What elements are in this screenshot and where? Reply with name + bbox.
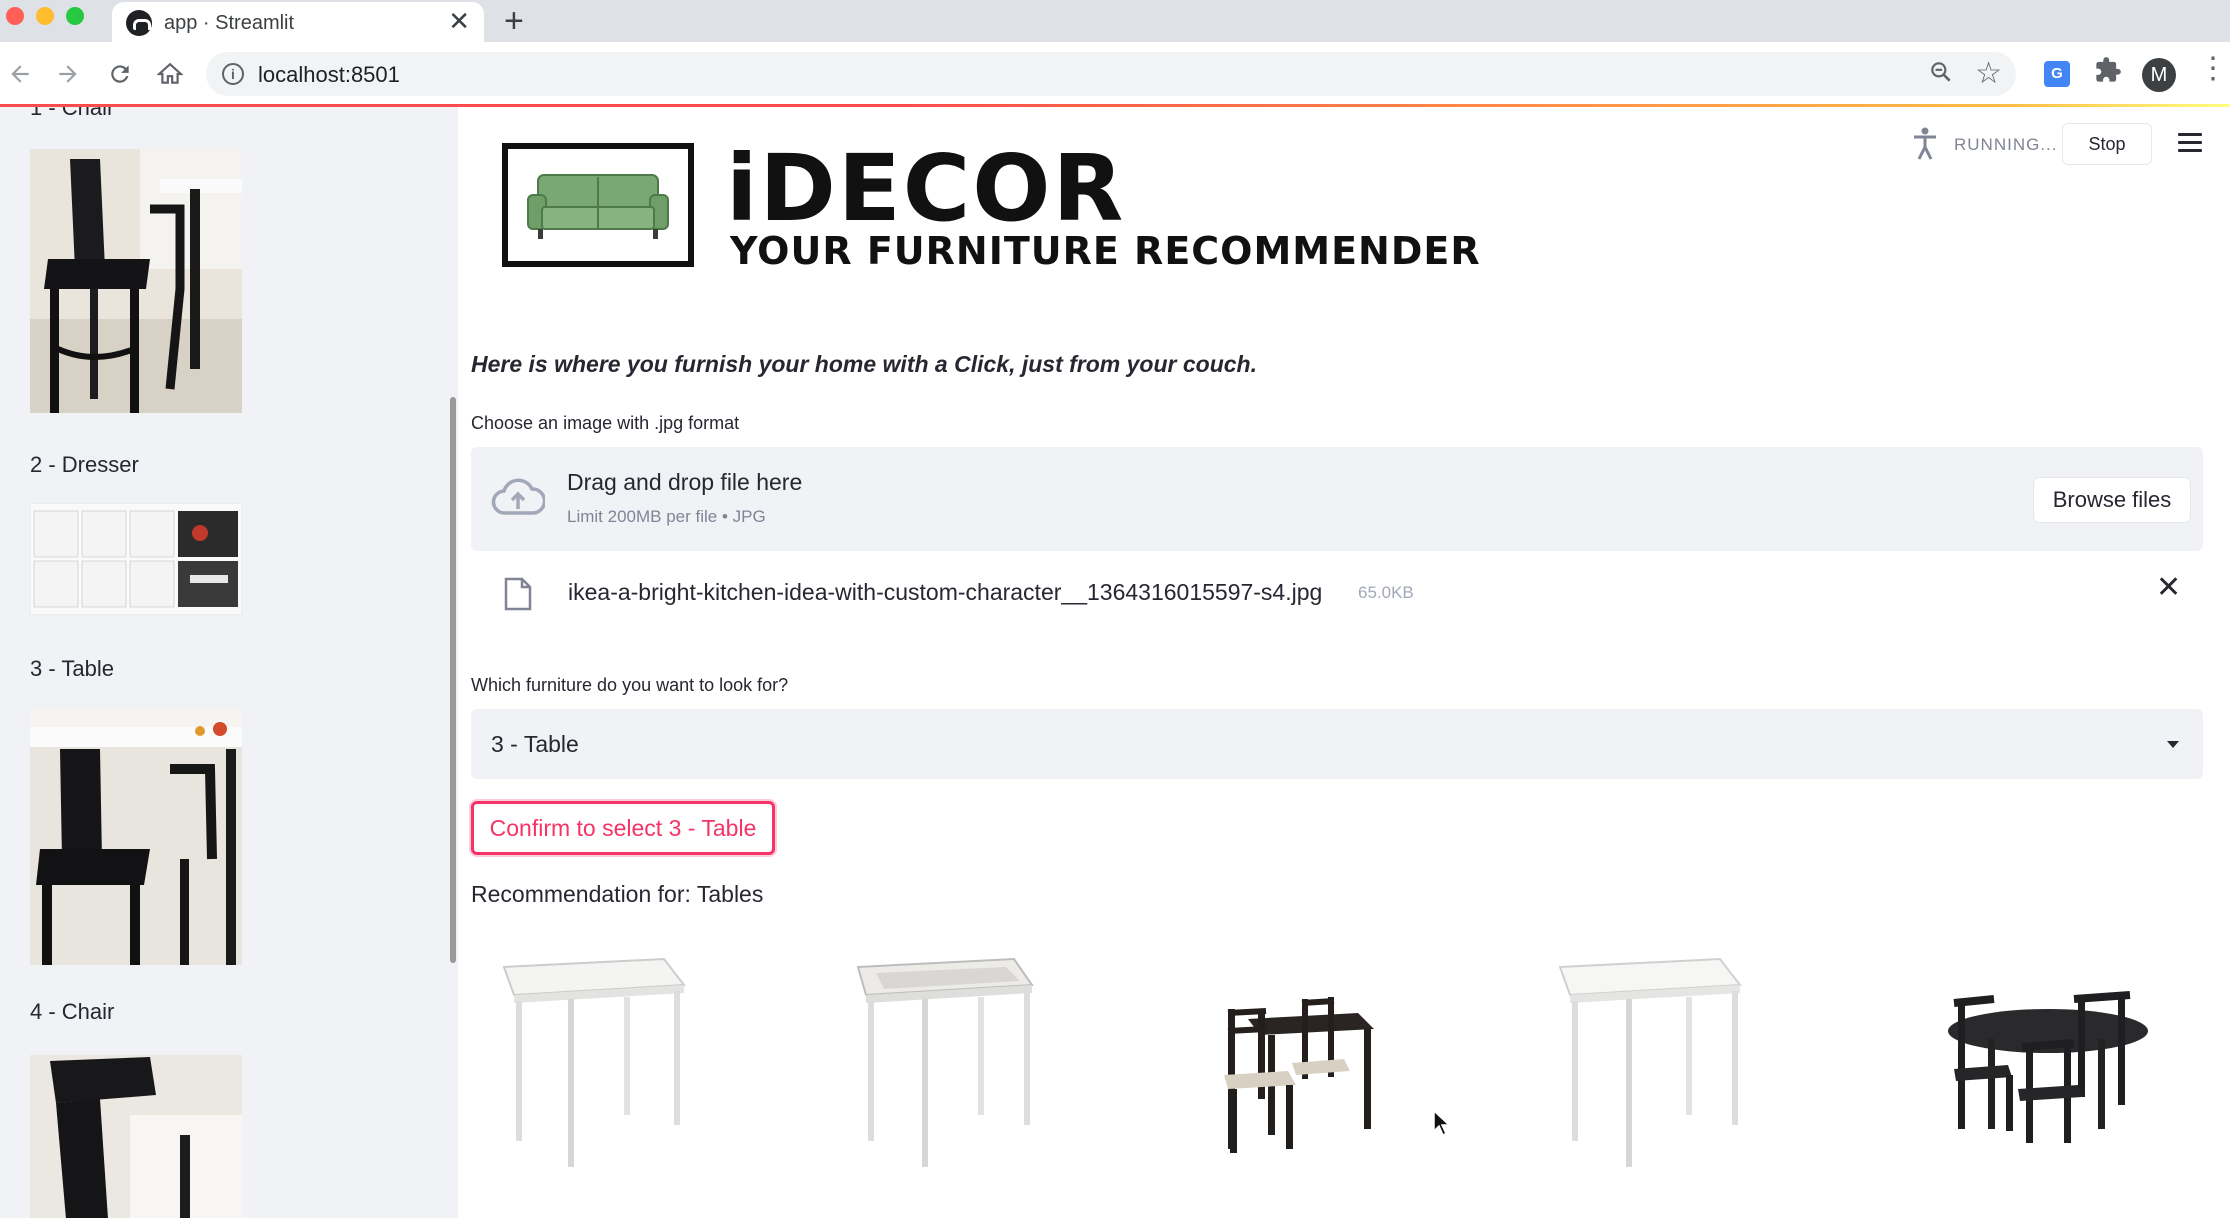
browser-tab-bar: app · Streamlit ✕ + [0,0,2230,44]
cloud-upload-icon [491,477,547,517]
uploader-label: Choose an image with .jpg format [471,413,740,433]
streamlit-favicon-icon [126,10,152,36]
furniture-select[interactable]: 3 - Table [471,709,2203,779]
tab-title: app · Streamlit [164,12,295,34]
sofa-logo-icon [502,143,694,267]
zoom-icon[interactable] [1928,59,1954,92]
back-icon[interactable] [2,56,38,92]
remove-file-icon[interactable]: ✕ [2156,573,2181,603]
running-man-icon [1910,127,1940,161]
sidebar-item-image-chair [30,149,242,413]
uploaded-file-name: ikea-a-bright-kitchen-idea-with-custom-c… [568,579,1323,605]
brand-title: iDECOR [726,135,1126,242]
recommended-table-set-image[interactable] [1188,939,1488,1209]
brand-subtitle: YOUR FURNITURE RECOMMENDER [730,229,1481,273]
chevron-down-icon [2167,741,2179,748]
recommended-table-image[interactable] [836,939,1136,1209]
home-icon[interactable] [152,56,188,92]
sidebar-item-label: 3 - Table [30,656,114,681]
minimize-window-button[interactable] [36,7,54,25]
main-content: iDECOR YOUR FURNITURE RECOMMENDER RUNNIN… [458,107,2230,1218]
dropzone-title: Drag and drop file here [567,469,803,495]
sidebar-item-image-dresser [30,503,242,615]
recommended-table-image[interactable] [484,939,784,1209]
browser-tab[interactable]: app · Streamlit ✕ [112,2,484,44]
translate-icon[interactable]: G [2044,61,2070,87]
chrome-menu-icon[interactable]: ⋮ [2198,54,2228,84]
maximize-window-button[interactable] [66,7,84,25]
address-bar[interactable]: i localhost:8501 ☆ [206,52,2016,96]
file-dropzone[interactable]: Drag and drop file here Limit 200MB per … [471,447,2203,551]
browse-files-button[interactable]: Browse files [2033,477,2191,523]
recommendation-title: Recommendation for: Tables [471,881,764,907]
info-icon[interactable]: i [222,63,244,85]
hamburger-menu-icon[interactable] [2178,133,2202,153]
recommended-table-image[interactable] [1540,939,1840,1209]
close-window-button[interactable] [6,7,24,25]
uploaded-file-size: 65.0KB [1358,583,1414,602]
reload-icon[interactable] [102,56,138,92]
furniture-select-value: 3 - Table [491,731,579,757]
sidebar-item-image-table [30,709,242,965]
url-text[interactable]: localhost:8501 [258,62,400,88]
new-tab-button[interactable]: + [504,2,524,40]
dropzone-limit: Limit 200MB per file • JPG [567,507,766,526]
tagline: Here is where you furnish your home with… [471,351,1257,377]
sidebar-item-image-chair-2 [30,1055,242,1218]
mouse-cursor-icon [1432,1109,1452,1137]
extensions-icon[interactable] [2094,56,2122,91]
furniture-select-label: Which furniture do you want to look for? [471,675,789,695]
tab-close-icon[interactable]: ✕ [448,8,470,34]
forward-icon[interactable] [50,56,86,92]
confirm-select-button[interactable]: Confirm to select 3 - Table [471,801,775,855]
file-icon [504,577,532,611]
running-status: RUNNING... [1954,135,2058,154]
sidebar-scrollbar[interactable] [450,397,456,963]
stop-button[interactable]: Stop [2062,123,2152,165]
sidebar-item-label: 4 - Chair [30,999,115,1024]
recommended-dining-set-image[interactable] [1898,939,2198,1209]
sidebar-item-label: 1 - Chair [30,107,115,120]
browser-toolbar: i localhost:8501 ☆ G M ⋮ [0,42,2230,106]
bookmark-star-icon[interactable]: ☆ [1975,56,2002,91]
sidebar-item-label: 2 - Dresser [30,452,139,477]
sidebar: 1 - Chair 2 - Dresser 3 - Table 4 - Chai… [0,107,458,1218]
profile-avatar[interactable]: M [2142,58,2176,92]
